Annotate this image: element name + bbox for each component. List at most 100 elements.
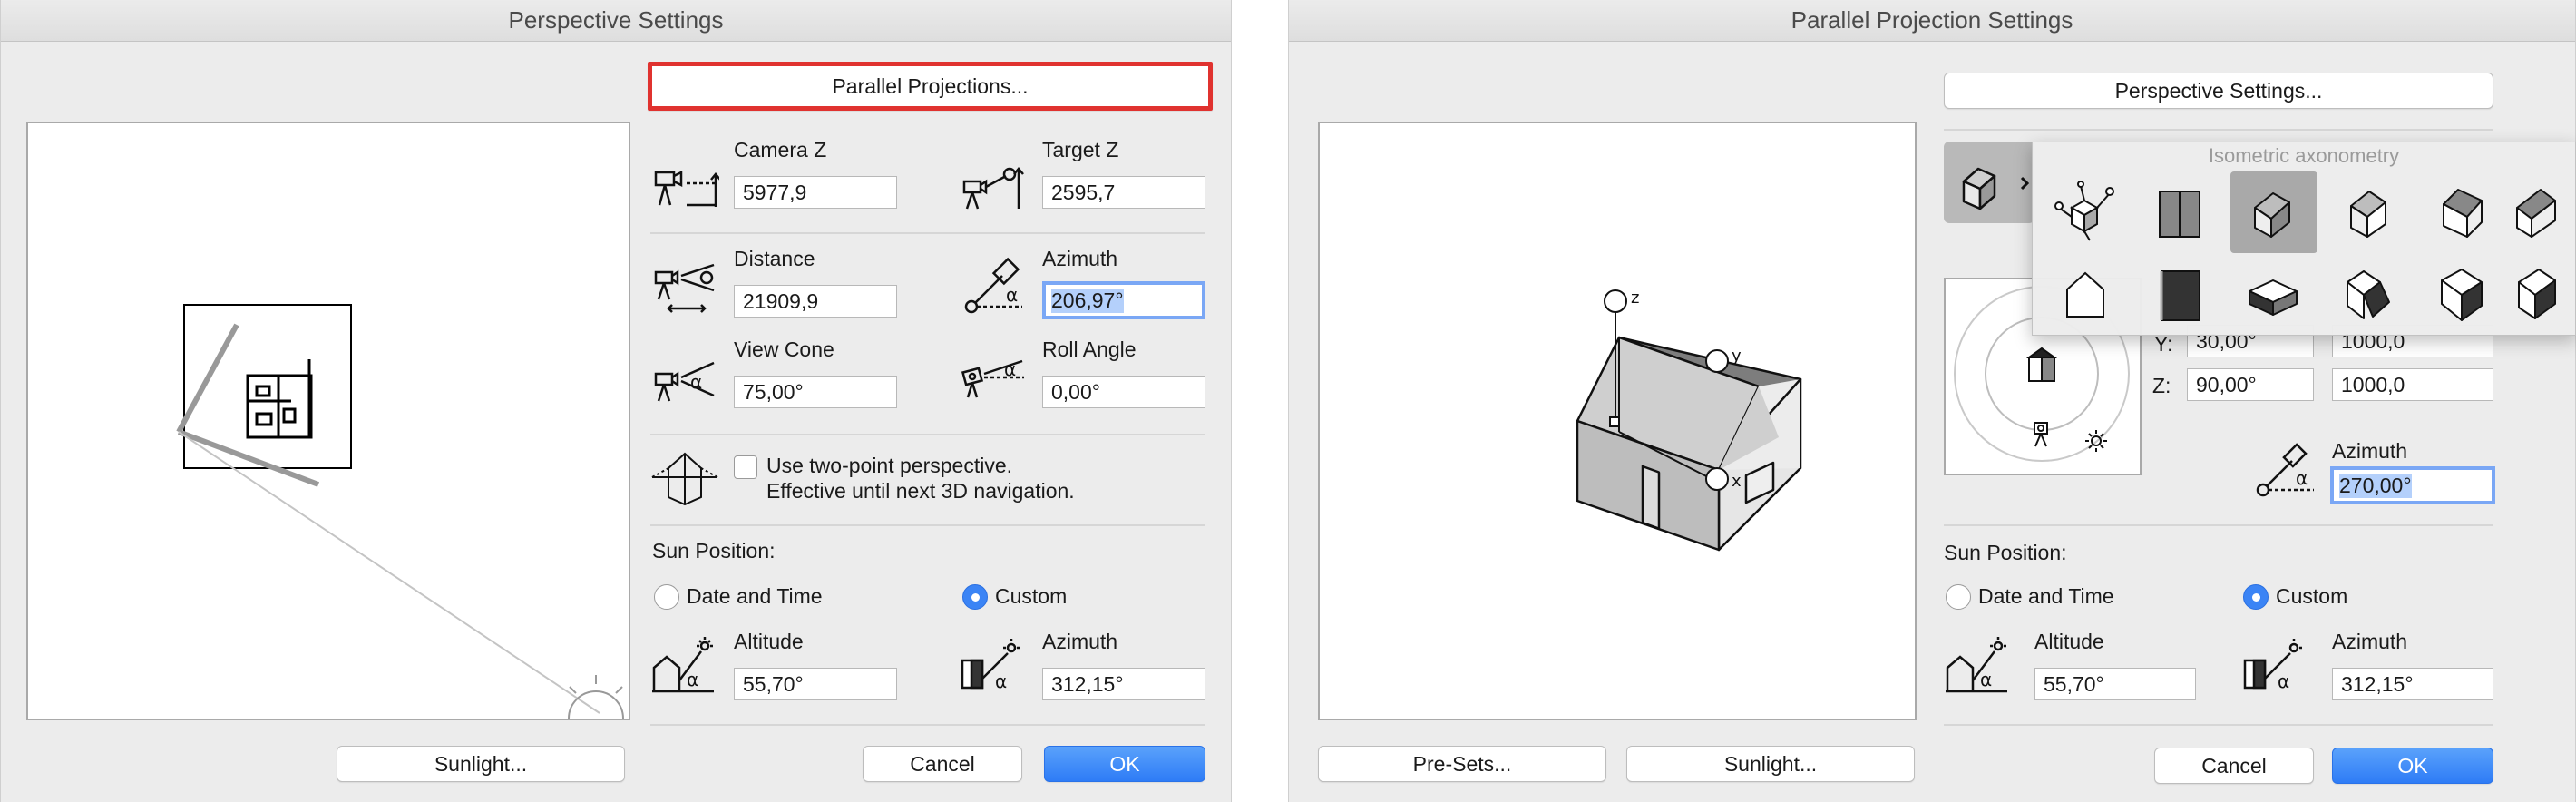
target-z-field[interactable]: 2595,7 (1042, 176, 1205, 209)
camera-z-field[interactable]: 5977,9 (734, 176, 897, 209)
plan-view-preview (176, 304, 624, 719)
azimuth-label: Azimuth (2332, 439, 2408, 463)
z-length-field[interactable]: 1000,0 (2332, 368, 2493, 401)
bottom-isometric-option[interactable] (2230, 253, 2317, 335)
isometric-house-icon (2254, 192, 2290, 238)
two-point-perspective-checkbox[interactable] (734, 455, 757, 479)
axis-z-label: z (1631, 289, 1639, 308)
bottom-monometric-option[interactable] (2495, 253, 2576, 335)
trimetric-option[interactable] (2419, 171, 2506, 253)
svg-text:α: α (687, 669, 698, 690)
separator (650, 524, 1205, 526)
projection-preview-pane[interactable]: z x y (1318, 122, 1917, 720)
date-and-time-radio[interactable] (654, 584, 679, 610)
sun-azimuth-field[interactable]: 312,15° (2332, 668, 2493, 700)
two-point-text-line2: Effective until next 3D navigation. (766, 479, 1075, 503)
custom-axonometry-icon (2054, 181, 2114, 241)
view-cone-field[interactable]: 75,00° (734, 376, 897, 408)
custom-label: Custom (2276, 584, 2348, 608)
azimuth-field[interactable]: 270,00° (2330, 466, 2495, 504)
target-z-icon (962, 167, 1024, 210)
cancel-button[interactable]: Cancel (863, 746, 1022, 782)
view-cone-icon: α (654, 361, 715, 402)
two-point-perspective-icon (651, 452, 718, 506)
sun-azimuth-label: Azimuth (1042, 630, 1118, 653)
presets-button[interactable]: Pre-Sets... (1318, 746, 1606, 782)
monometric-option[interactable] (2495, 171, 2576, 253)
isometric-option[interactable] (2230, 171, 2317, 253)
front-elevation-option[interactable] (2136, 171, 2223, 253)
bottom-dimetric-option[interactable] (2325, 253, 2412, 335)
custom-radio[interactable] (2243, 584, 2269, 610)
altitude-label: Altitude (2034, 630, 2104, 653)
axis-x-label: x (1732, 472, 1742, 491)
bottom-trimetric-icon (2441, 269, 2483, 321)
monometric-house-icon (2516, 189, 2556, 238)
svg-text:α: α (690, 371, 702, 393)
sun-altitude-icon: α (1946, 637, 2007, 693)
perspective-settings-dialog: Perspective Settings Parallel Projection… (0, 0, 1232, 802)
svg-text:α: α (2296, 467, 2308, 489)
sunlight-button[interactable]: Sunlight... (337, 746, 625, 782)
altitude-field[interactable]: 55,70° (2034, 668, 2196, 700)
dimetric-option[interactable] (2325, 171, 2412, 253)
house-outline-icon (2066, 271, 2104, 318)
sun-azimuth-icon: α (2243, 639, 2302, 692)
ok-button[interactable]: OK (2332, 748, 2493, 784)
date-and-time-label: Date and Time (1978, 584, 2114, 608)
bottom-trimetric-option[interactable] (2419, 253, 2506, 335)
separator (1944, 724, 2493, 726)
target-z-label: Target Z (1042, 138, 1119, 161)
parallel-projections-button[interactable]: Parallel Projections... (648, 62, 1213, 111)
svg-text:α: α (1004, 358, 1016, 380)
sunlight-button[interactable]: Sunlight... (1626, 746, 1915, 782)
distance-field[interactable]: 21909,9 (734, 285, 897, 318)
ok-button[interactable]: OK (1044, 746, 1205, 782)
top-view-option[interactable] (2136, 253, 2223, 335)
sun-azimuth-field[interactable]: 312,15° (1042, 668, 1205, 700)
camera-z-icon (654, 170, 719, 207)
svg-text:α: α (2278, 670, 2289, 692)
z-angle-field[interactable]: 90,00° (2187, 368, 2314, 401)
distance-label: Distance (734, 247, 815, 270)
trimetric-house-icon (2443, 189, 2483, 238)
sun-altitude-icon: α (652, 637, 714, 693)
projection-type-selector[interactable] (1944, 142, 2034, 223)
sun-azimuth-icon: α (961, 639, 1020, 692)
top-view-icon (2160, 270, 2200, 321)
custom-label: Custom (995, 584, 1068, 608)
y-axis-label: Y: (2154, 332, 2173, 356)
sun-azimuth-label: Azimuth (2332, 630, 2408, 653)
perspective-settings-button[interactable]: Perspective Settings... (1944, 73, 2493, 109)
dialog-title: Perspective Settings (1, 0, 1231, 42)
custom-radio[interactable] (962, 584, 988, 610)
altitude-label: Altitude (734, 630, 804, 653)
two-point-text-line1: Use two-point perspective. (766, 454, 1013, 477)
sun-position-label: Sun Position: (652, 539, 776, 562)
plan-view-option[interactable] (2042, 253, 2129, 335)
projection-type-popup: Isometric axonometry (2032, 142, 2576, 336)
azimuth-label: Azimuth (1042, 247, 1118, 270)
popup-title: Isometric axonometry (2208, 144, 2400, 167)
date-and-time-radio[interactable] (1946, 584, 1971, 610)
azimuth-icon: α (2256, 443, 2314, 497)
roll-angle-field[interactable]: 0,00° (1042, 376, 1205, 408)
svg-text:α: α (1980, 669, 1992, 690)
cancel-button[interactable]: Cancel (2154, 748, 2314, 784)
custom-axonometry-option[interactable] (2042, 171, 2129, 253)
parallel-projection-settings-dialog: Parallel Projection Settings z x y Persp… (1288, 0, 2576, 802)
azimuth-field[interactable]: 206,97° (1042, 281, 1205, 319)
separator (1944, 129, 2493, 131)
dialog-title: Parallel Projection Settings (1289, 0, 2575, 42)
separator (1944, 524, 2493, 526)
sun-position-label: Sun Position: (1944, 541, 2067, 564)
camera-z-label: Camera Z (734, 138, 827, 161)
front-elevation-icon (2159, 191, 2200, 238)
altitude-field[interactable]: 55,70° (734, 668, 897, 700)
separator (650, 232, 1205, 234)
separator (650, 724, 1205, 726)
camera-preview-pane[interactable] (26, 122, 630, 720)
svg-text:α: α (1006, 284, 1018, 306)
axis-y-label: y (1732, 347, 1742, 366)
date-and-time-label: Date and Time (687, 584, 823, 608)
